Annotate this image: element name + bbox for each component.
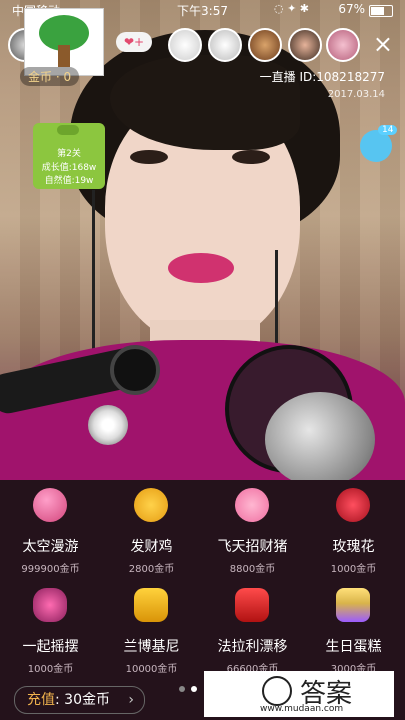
ferrari-icon <box>235 588 269 622</box>
live-id-label: 一直播 ID:108218277 <box>259 70 385 84</box>
gift-item[interactable]: 发财鸡 2800金币 <box>101 480 202 590</box>
watermark-url: www.mudaan.com <box>260 704 344 714</box>
watermark: 答案 www.mudaan.com <box>204 671 394 717</box>
follow-button[interactable]: ❤+ <box>116 32 152 52</box>
brooch-flower <box>88 405 128 445</box>
recharge-button[interactable]: 充值: 30金币 › <box>14 686 145 714</box>
gift-price: 2800金币 <box>128 564 175 575</box>
water-drop-badge: 14 <box>378 125 398 135</box>
rose-icon <box>336 488 370 522</box>
cake-icon <box>336 588 370 622</box>
leaf-icon <box>57 125 79 135</box>
dance-icon <box>33 588 67 622</box>
recharge-label: 充值 <box>27 692 55 708</box>
gift-item[interactable]: 飞天招财猪 8800金币 <box>202 480 303 590</box>
level-label: 第2关 <box>57 149 81 159</box>
viewer-avatar[interactable] <box>248 28 282 62</box>
page-dot-active <box>191 686 197 692</box>
gift-name: 法拉利漂移 <box>217 639 288 655</box>
battery-icon <box>369 5 393 17</box>
viewer-avatar[interactable] <box>326 28 360 62</box>
gift-name: 一起摇摆 <box>22 639 79 655</box>
battery-percent: 67% <box>338 2 365 16</box>
gift-item[interactable]: 兰博基尼 10000金币 <box>101 580 202 690</box>
right-eye <box>232 150 270 164</box>
gift-item[interactable]: 玫瑰花 1000金币 <box>303 480 404 590</box>
left-eye <box>130 150 168 164</box>
coin-balance: : 30金币 <box>55 692 110 708</box>
growth-value: 成长值:168w <box>41 163 97 173</box>
coin-counter: 金币 · 0 <box>20 67 80 86</box>
chicken-icon <box>134 488 168 522</box>
close-icon[interactable]: × <box>373 30 393 58</box>
gift-item[interactable]: 一起摇摆 1000金币 <box>0 580 101 690</box>
gift-name: 飞天招财猪 <box>217 539 288 555</box>
gift-name: 发财鸡 <box>130 539 173 555</box>
gift-price: 8800金币 <box>229 564 276 575</box>
gift-name: 生日蛋糕 <box>325 639 382 655</box>
status-icons: ◌ ✦ ✱ <box>273 2 309 15</box>
viewer-avatar[interactable] <box>288 28 322 62</box>
gift-price: 10000金币 <box>125 664 178 675</box>
live-date: 2017.03.14 <box>327 89 385 100</box>
microphone-head <box>110 345 160 395</box>
pig-icon <box>235 488 269 522</box>
lamborghini-icon <box>134 588 168 622</box>
lips <box>168 253 234 283</box>
watermark-logo-icon <box>262 676 292 706</box>
viewer-avatar[interactable] <box>208 28 242 62</box>
viewer-avatar[interactable] <box>168 28 202 62</box>
growth-level-card[interactable]: 第2关 成长值:168w 自然值:19w <box>33 123 105 189</box>
gift-price: 999900金币 <box>21 564 80 575</box>
page-dot <box>179 686 185 692</box>
gift-name: 玫瑰花 <box>332 539 375 555</box>
gift-price: 1000金币 <box>330 564 377 575</box>
gift-price: 1000金币 <box>27 664 74 675</box>
condenser-microphone <box>265 392 375 480</box>
page-indicator <box>176 677 200 696</box>
nature-value: 自然值:19w <box>44 176 94 186</box>
tree-logo-icon <box>24 8 104 76</box>
gift-name: 兰博基尼 <box>123 639 180 655</box>
planet-icon <box>33 488 67 522</box>
chevron-right-icon: › <box>128 692 134 708</box>
gift-item[interactable]: 太空漫游 999900金币 <box>0 480 101 590</box>
gift-name: 太空漫游 <box>22 539 79 555</box>
